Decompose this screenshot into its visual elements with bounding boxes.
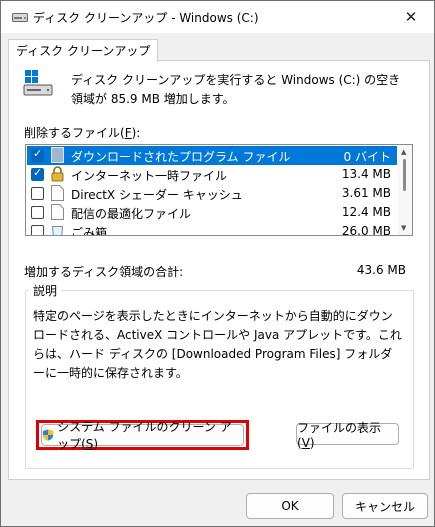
list-item[interactable]: インターネット一時ファイル 13.4 MB	[27, 165, 397, 184]
item-checkbox[interactable]	[31, 166, 44, 181]
total-space-label: 増加するディスク領域の合計:	[24, 265, 184, 279]
drive-icon	[23, 70, 53, 96]
list-item[interactable]: DirectX シェーダー キャッシュ 3.61 MB	[27, 184, 397, 203]
item-name: 配信の最適化ファイル	[71, 207, 192, 221]
description-legend: 説明	[29, 282, 62, 299]
files-to-delete-label: 削除するファイル(F):	[24, 126, 141, 140]
description-text: 特定のページを表示したときにインターネットから自動的にダウンロードされる、Act…	[33, 309, 402, 380]
total-space-value: 43.6 MB	[356, 263, 406, 277]
lock-icon	[51, 166, 64, 182]
item-name: ごみ箱	[71, 226, 108, 236]
disk-cleanup-icon	[12, 13, 28, 22]
cleanup-system-files-label: システム ファイルのクリーン アップ(S)	[57, 420, 232, 451]
list-item[interactable]: ごみ箱 26.0 MB	[27, 222, 397, 236]
scroll-up-icon[interactable]: ▲	[401, 148, 406, 156]
item-checkbox[interactable]	[31, 206, 44, 219]
item-name: インターネット一時ファイル	[71, 169, 228, 183]
file-icon	[51, 204, 64, 220]
ok-button[interactable]: OK	[246, 493, 334, 519]
item-name: ダウンロードされたプログラム ファイル	[71, 150, 291, 164]
item-checkbox[interactable]	[31, 147, 44, 162]
list-item[interactable]: ダウンロードされたプログラム ファイル 0 バイト	[27, 146, 397, 165]
intro-text: ディスク クリーンアップを実行すると Windows (C:) の空き領域が 8…	[71, 73, 401, 106]
item-checkbox[interactable]	[31, 187, 44, 200]
item-size: 3.61 MB	[341, 186, 391, 200]
list-item[interactable]: 配信の最適化ファイル 12.4 MB	[27, 203, 397, 222]
item-size: 13.4 MB	[341, 167, 391, 181]
tab-panel: ディスク クリーンアップを実行すると Windows (C:) の空き領域が 8…	[8, 60, 430, 480]
scroll-down-icon[interactable]: ▼	[401, 224, 406, 232]
scrollbar-thumb[interactable]	[403, 159, 406, 191]
view-files-label: ファイルの表示(V)	[297, 420, 382, 450]
title-bar[interactable]: ディスク クリーンアップ - Windows (C:) ✕	[1, 1, 434, 33]
close-button[interactable]: ✕	[388, 1, 434, 33]
item-size: 12.4 MB	[341, 205, 391, 219]
shield-icon	[42, 429, 54, 441]
window-title: ディスク クリーンアップ - Windows (C:)	[33, 11, 259, 25]
tab-disk-cleanup[interactable]: ディスク クリーンアップ	[8, 39, 159, 62]
item-size: 26.0 MB	[341, 224, 391, 236]
item-checkbox[interactable]	[31, 225, 44, 235]
vertical-scrollbar[interactable]: ▲ ▼	[398, 145, 412, 235]
item-name: DirectX シェーダー キャッシュ	[71, 188, 243, 202]
item-size: 0 バイト	[343, 150, 391, 164]
files-to-delete-list[interactable]: ダウンロードされたプログラム ファイル 0 バイト インターネット一時ファイル …	[25, 144, 413, 236]
file-icon	[51, 185, 64, 201]
cancel-button[interactable]: キャンセル	[342, 493, 428, 519]
disk-cleanup-window: ディスク クリーンアップ - Windows (C:) ✕ ディスク クリーンア…	[0, 0, 435, 527]
cleanup-system-files-button[interactable]: システム ファイルのクリーン アップ(S)	[41, 420, 244, 451]
folder-icon	[51, 147, 64, 163]
view-files-button[interactable]: ファイルの表示(V)	[296, 421, 399, 450]
recycle-bin-icon	[51, 226, 64, 235]
